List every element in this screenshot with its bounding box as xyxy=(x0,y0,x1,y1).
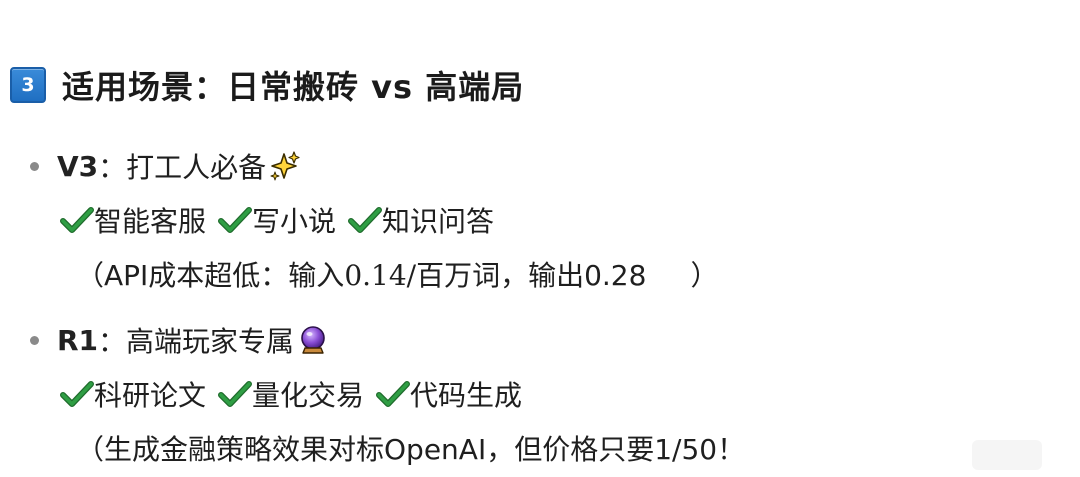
tag-item: 知识问答 xyxy=(348,200,494,240)
tag-item: 写小说 xyxy=(218,200,336,240)
note-text: （生成金融策略效果对标OpenAI，但价格只要1/50！ xyxy=(76,433,746,466)
note-price-output: 输出0.28 xyxy=(528,259,647,292)
bullet-icon xyxy=(30,161,39,171)
watermark xyxy=(972,440,1042,470)
tag-label: 科研论文 xyxy=(94,379,207,412)
model-description: ：打工人必备 xyxy=(98,151,267,184)
tag-label: 量化交易 xyxy=(252,379,365,412)
note-text: （API成本超低：输入 xyxy=(76,259,345,292)
sparkles-icon xyxy=(268,149,302,183)
tag-label: 代码生成 xyxy=(410,379,523,412)
list-item-r1: R1 ：高端玩家专属 xyxy=(30,320,330,360)
slide: 3 适用场景：日常搬砖 vs 高端局 V3 ：打工人必备 智能客服 写小说 知识… xyxy=(0,0,1080,477)
section-title: 适用场景：日常搬砖 vs 高端局 xyxy=(62,68,525,106)
model-name: R1 xyxy=(57,323,99,357)
section-number-badge: 3 xyxy=(10,67,46,103)
note-v3: （API成本超低：输入 0.14/百万词， 输出0.28 ） xyxy=(76,254,718,294)
check-icon xyxy=(60,207,94,233)
tag-label: 写小说 xyxy=(252,205,337,238)
model-name: V3 xyxy=(57,149,99,183)
tag-label: 知识问答 xyxy=(382,205,495,238)
bullet-icon xyxy=(30,335,39,345)
check-icon xyxy=(376,381,411,407)
tag-list-r1: 科研论文 量化交易 代码生成 xyxy=(60,374,534,414)
model-description: ：高端玩家专属 xyxy=(98,325,295,358)
check-icon xyxy=(218,207,253,233)
list-item-v3: V3 ：打工人必备 xyxy=(30,146,302,186)
tag-list-v3: 智能客服 写小说 知识问答 xyxy=(60,200,506,240)
note-close: ） xyxy=(690,259,719,292)
tag-item: 智能客服 xyxy=(60,200,206,240)
crystal-ball-icon xyxy=(296,323,330,357)
tag-item: 量化交易 xyxy=(218,374,364,414)
note-price-input: 0.14/百万词， xyxy=(344,259,529,292)
tag-label: 智能客服 xyxy=(94,205,207,238)
check-icon xyxy=(218,381,253,407)
note-r1: （生成金融策略效果对标OpenAI，但价格只要1/50！ xyxy=(76,428,745,468)
check-icon xyxy=(348,207,383,233)
tag-item: 代码生成 xyxy=(376,374,522,414)
tag-item: 科研论文 xyxy=(60,374,206,414)
section-header: 3 适用场景：日常搬砖 vs 高端局 xyxy=(10,62,524,108)
check-icon xyxy=(60,381,94,407)
